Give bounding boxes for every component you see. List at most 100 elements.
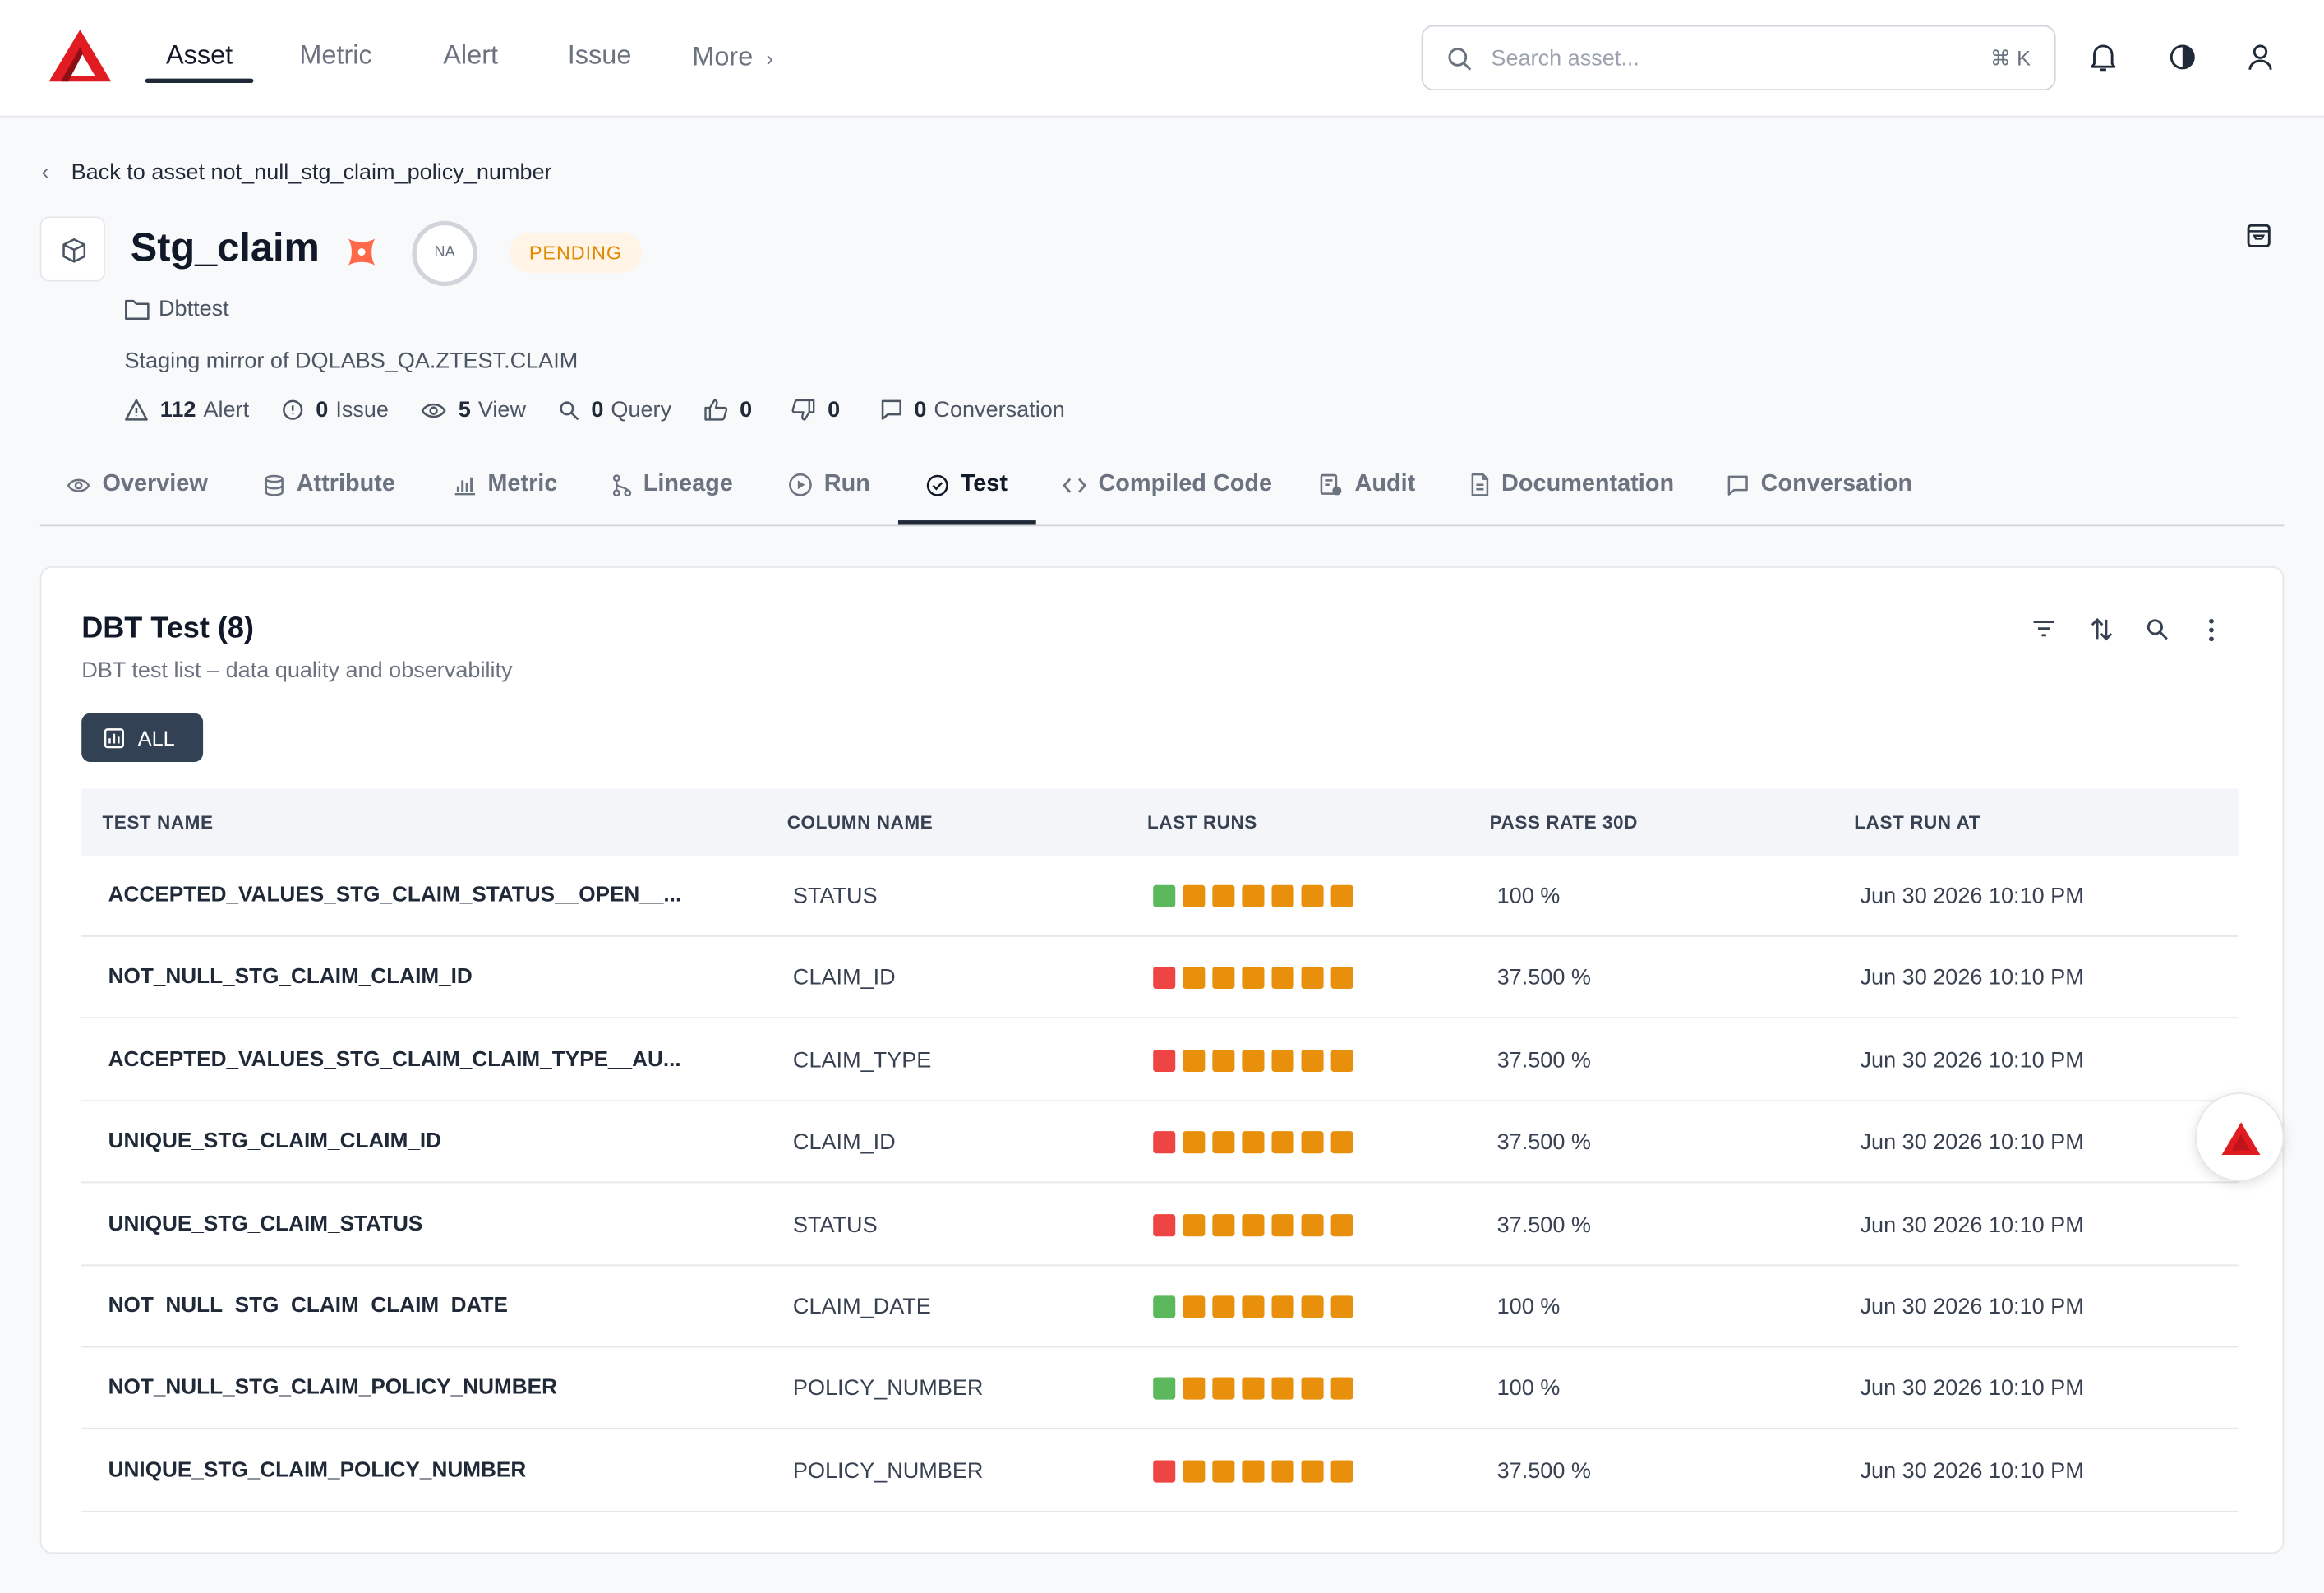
table-row[interactable]: ACCEPTED_VALUES_STG_CLAIM_CLAIM_TYPE__AU… xyxy=(81,1020,2239,1101)
run-status-warn[interactable] xyxy=(1212,1213,1235,1236)
run-status-warn[interactable] xyxy=(1242,1131,1265,1154)
nav-item-metric[interactable]: Metric xyxy=(299,40,371,72)
run-status-warn[interactable] xyxy=(1242,1049,1265,1072)
run-status-warn[interactable] xyxy=(1242,1295,1265,1318)
run-status-warn[interactable] xyxy=(1183,884,1206,907)
tab-lineage[interactable]: Lineage xyxy=(612,472,733,498)
filter-icon[interactable] xyxy=(2032,620,2056,638)
back-link[interactable]: ‹ Back to asset not_null_stg_claim_policy… xyxy=(42,160,552,186)
run-status-warn[interactable] xyxy=(1271,1213,1294,1236)
search-input[interactable]: Search asset... xyxy=(1491,46,1639,72)
run-status-warn[interactable] xyxy=(1212,1049,1235,1072)
nav-item-asset[interactable]: Asset xyxy=(166,40,233,72)
run-status-warn[interactable] xyxy=(1242,1378,1265,1401)
run-status-fail[interactable] xyxy=(1153,1049,1176,1072)
tab-compiled-code[interactable]: Compiled Code xyxy=(1063,472,1272,498)
run-status-warn[interactable] xyxy=(1301,1131,1324,1154)
run-status-warn[interactable] xyxy=(1301,1049,1324,1072)
run-status-warn[interactable] xyxy=(1242,884,1265,907)
col-header-pass-rate[interactable]: PASS RATE 30D xyxy=(1490,812,1638,833)
filter-all-button[interactable]: ALL xyxy=(81,713,204,763)
run-status-warn[interactable] xyxy=(1212,1378,1235,1401)
test-name[interactable]: NOT_NULL_STG_CLAIM_CLAIM_DATE xyxy=(108,1295,508,1318)
tab-metric[interactable]: Metric xyxy=(454,472,557,498)
test-name[interactable]: UNIQUE_STG_CLAIM_CLAIM_ID xyxy=(108,1130,441,1154)
stat-view[interactable]: 5 View xyxy=(422,397,526,422)
theme-toggle-icon[interactable] xyxy=(2169,43,2197,71)
sort-icon[interactable] xyxy=(2090,616,2114,642)
tab-conversation[interactable]: Conversation xyxy=(1727,472,1912,498)
run-status-warn[interactable] xyxy=(1183,1213,1206,1236)
run-status-warn[interactable] xyxy=(1330,884,1353,907)
stat-dislike[interactable]: 0 xyxy=(792,397,847,422)
tab-attribute[interactable]: Attribute xyxy=(264,472,395,498)
tab-documentation[interactable]: Documentation xyxy=(1470,472,1674,498)
table-row[interactable]: NOT_NULL_STG_CLAIM_CLAIM_DATE CLAIM_DATE 1… xyxy=(81,1266,2239,1348)
run-status-fail[interactable] xyxy=(1153,1213,1176,1236)
run-status-warn[interactable] xyxy=(1301,967,1324,990)
stat-alert[interactable]: 112 Alert xyxy=(125,397,249,422)
run-status-warn[interactable] xyxy=(1301,1378,1324,1401)
run-status-warn[interactable] xyxy=(1242,1460,1265,1483)
stat-conversation[interactable]: 0 Conversation xyxy=(880,397,1065,422)
run-status-pass[interactable] xyxy=(1153,884,1176,907)
run-status-warn[interactable] xyxy=(1330,1213,1353,1236)
archive-icon[interactable] xyxy=(2245,223,2271,249)
test-name[interactable]: NOT_NULL_STG_CLAIM_CLAIM_ID xyxy=(108,966,473,990)
col-header-column-name[interactable]: COLUMN NAME xyxy=(787,812,934,833)
run-status-fail[interactable] xyxy=(1153,1460,1176,1483)
run-status-warn[interactable] xyxy=(1242,967,1265,990)
run-status-warn[interactable] xyxy=(1183,1049,1206,1072)
col-header-test-name[interactable]: TEST NAME xyxy=(102,812,213,833)
run-status-warn[interactable] xyxy=(1271,1460,1294,1483)
run-status-warn[interactable] xyxy=(1212,1295,1235,1318)
run-status-warn[interactable] xyxy=(1212,967,1235,990)
run-status-warn[interactable] xyxy=(1301,1460,1324,1483)
test-name[interactable]: ACCEPTED_VALUES_STG_CLAIM_CLAIM_TYPE__AU… xyxy=(108,1048,681,1072)
stat-like[interactable]: 0 xyxy=(704,397,759,422)
run-status-warn[interactable] xyxy=(1301,1295,1324,1318)
test-name[interactable]: NOT_NULL_STG_CLAIM_POLICY_NUMBER xyxy=(108,1376,557,1400)
run-status-pass[interactable] xyxy=(1153,1295,1176,1318)
run-status-warn[interactable] xyxy=(1271,1295,1294,1318)
nav-item-more[interactable]: More › xyxy=(692,42,773,73)
domain-folder[interactable]: Dbttest xyxy=(125,297,229,321)
search-icon[interactable] xyxy=(2146,618,2169,640)
run-status-warn[interactable] xyxy=(1330,1460,1353,1483)
run-status-warn[interactable] xyxy=(1271,1131,1294,1154)
run-status-warn[interactable] xyxy=(1330,1295,1353,1318)
bell-icon[interactable] xyxy=(2090,43,2116,72)
test-name[interactable]: UNIQUE_STG_CLAIM_STATUS xyxy=(108,1212,423,1236)
stat-issue[interactable]: 0 Issue xyxy=(282,397,389,422)
run-status-warn[interactable] xyxy=(1271,884,1294,907)
test-name[interactable]: ACCEPTED_VALUES_STG_CLAIM_STATUS__OPEN__… xyxy=(108,884,682,907)
table-row[interactable]: NOT_NULL_STG_CLAIM_POLICY_NUMBER POLICY_N… xyxy=(81,1348,2239,1430)
run-status-fail[interactable] xyxy=(1153,1131,1176,1154)
run-status-warn[interactable] xyxy=(1183,1460,1206,1483)
table-row[interactable]: ACCEPTED_VALUES_STG_CLAIM_STATUS__OPEN__… xyxy=(81,856,2239,937)
test-name[interactable]: UNIQUE_STG_CLAIM_POLICY_NUMBER xyxy=(108,1458,527,1482)
table-row[interactable]: UNIQUE_STG_CLAIM_STATUS STATUS 37.500 % Jun… xyxy=(81,1184,2239,1266)
tab-run[interactable]: Run xyxy=(789,472,870,498)
run-status-warn[interactable] xyxy=(1330,1378,1353,1401)
user-icon[interactable] xyxy=(2247,43,2273,71)
more-vertical-icon[interactable] xyxy=(2207,618,2216,642)
run-status-warn[interactable] xyxy=(1271,967,1294,990)
search-box[interactable]: Search asset... ⌘ K xyxy=(1421,25,2056,91)
run-status-warn[interactable] xyxy=(1301,1213,1324,1236)
table-row[interactable]: NOT_NULL_STG_CLAIM_CLAIM_ID CLAIM_ID 37.50… xyxy=(81,938,2239,1019)
run-status-warn[interactable] xyxy=(1183,1378,1206,1401)
col-header-last-run-at[interactable]: LAST RUN AT xyxy=(1854,812,1980,833)
table-row[interactable]: UNIQUE_STG_CLAIM_CLAIM_ID CLAIM_ID 37.500 … xyxy=(81,1101,2239,1184)
run-status-warn[interactable] xyxy=(1271,1049,1294,1072)
run-status-warn[interactable] xyxy=(1183,1295,1206,1318)
run-status-warn[interactable] xyxy=(1183,1131,1206,1154)
run-status-warn[interactable] xyxy=(1183,967,1206,990)
run-status-warn[interactable] xyxy=(1212,884,1235,907)
run-status-warn[interactable] xyxy=(1212,1460,1235,1483)
table-row[interactable]: UNIQUE_STG_CLAIM_POLICY_NUMBER POLICY_NUM… xyxy=(81,1430,2239,1512)
brand-logo-icon[interactable] xyxy=(48,26,113,83)
col-header-last-runs[interactable]: LAST RUNS xyxy=(1147,812,1257,833)
run-status-warn[interactable] xyxy=(1330,1131,1353,1154)
run-status-warn[interactable] xyxy=(1330,967,1353,990)
